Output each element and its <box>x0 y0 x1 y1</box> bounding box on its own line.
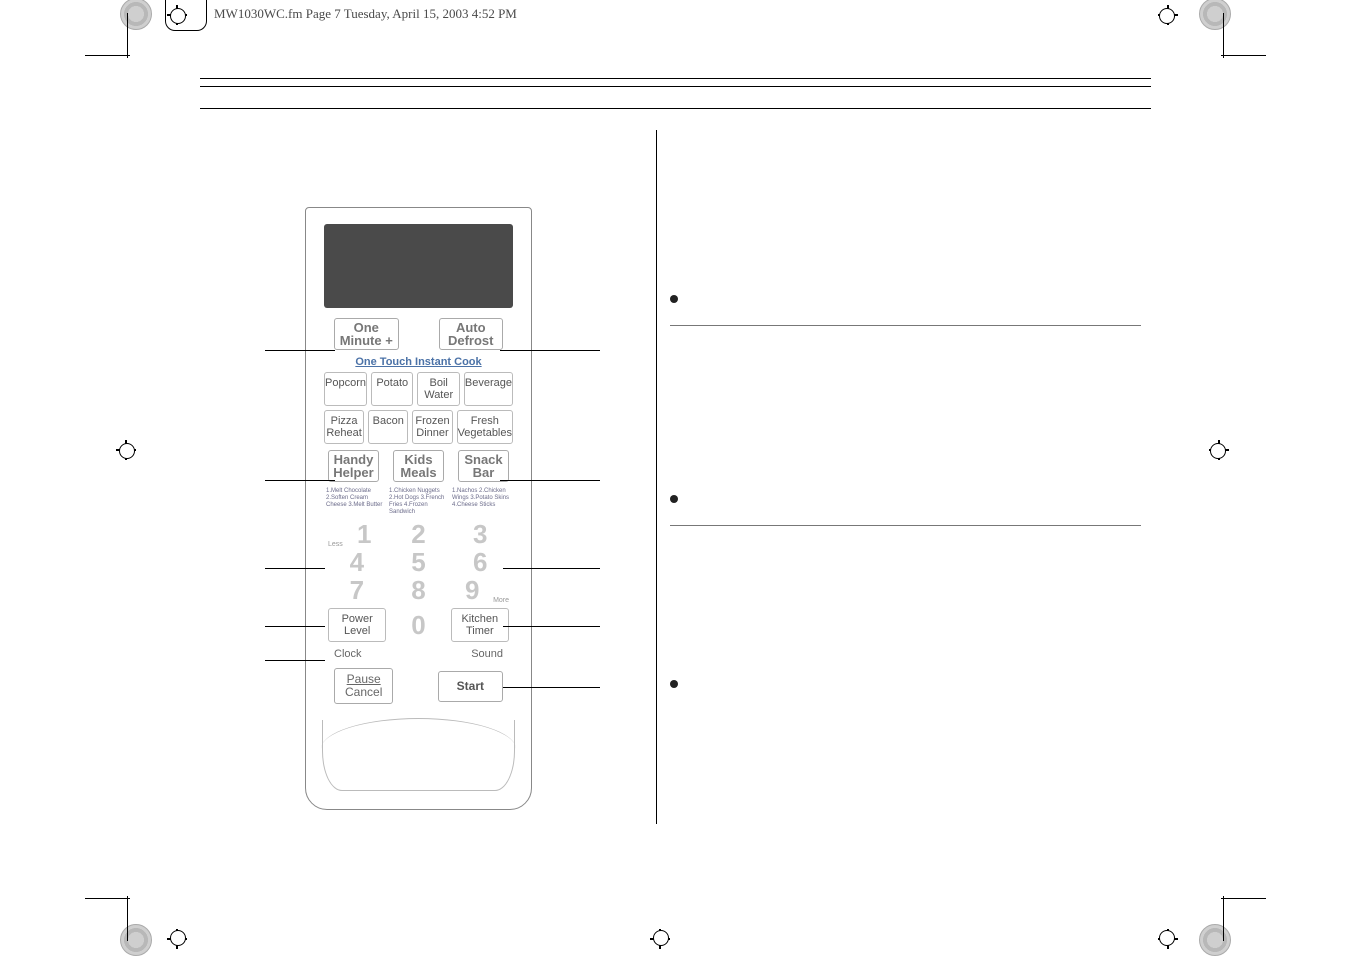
pause-cancel-button[interactable]: Pause Cancel <box>334 668 393 704</box>
keypad-9[interactable]: 9 <box>451 576 493 604</box>
microtext: 1.Chicken Nuggets 2.Hot Dogs 3.French Fr… <box>387 488 450 516</box>
guide-bar-brv <box>1223 896 1224 941</box>
label: Reheat <box>325 427 363 439</box>
boil-water-button[interactable]: Boil Water <box>417 372 459 406</box>
microtext: 1.Nachos 2.Chicken Wings 3.Potato Skins … <box>450 488 513 516</box>
label: Bar <box>459 466 508 479</box>
cross-circle-ml <box>119 443 135 459</box>
popcorn-button[interactable]: Popcorn <box>324 372 367 406</box>
label: Cancel <box>345 686 382 699</box>
label: Kitchen <box>452 613 508 625</box>
label: Boil <box>418 377 458 389</box>
guide-bar-tr <box>1221 55 1266 56</box>
label: Frozen <box>413 415 451 427</box>
cross-circle-bc <box>653 930 669 946</box>
cross-circle-br <box>1159 930 1175 946</box>
label: Defrost <box>440 334 503 347</box>
leader-line <box>265 626 325 627</box>
beverage-button[interactable]: Beverage <box>464 372 513 406</box>
bullet <box>670 495 678 503</box>
leader-line <box>265 480 335 481</box>
guide-bar-bl <box>85 898 130 899</box>
potato-button[interactable]: Potato <box>371 372 413 406</box>
rule-line <box>200 78 1151 79</box>
label: Vegetables <box>458 427 512 439</box>
microtext-row: 1.Melt Chocolate 2.Soften Cream Cheese 3… <box>324 488 513 516</box>
leader-line <box>265 660 325 661</box>
frozen-dinner-button[interactable]: Frozen Dinner <box>412 410 452 444</box>
crop-circle-br <box>1199 924 1231 956</box>
leader-line <box>503 568 600 569</box>
more-label: More <box>493 597 509 604</box>
label: Level <box>329 625 385 637</box>
handy-helper-button[interactable]: Handy Helper <box>328 450 379 482</box>
snack-bar-button[interactable]: Snack Bar <box>458 450 509 482</box>
instant-cook-label: One Touch Instant Cook <box>306 356 531 368</box>
label: Pizza <box>325 415 363 427</box>
sound-button[interactable]: Sound <box>471 648 503 660</box>
label: Power <box>329 613 385 625</box>
cross-circle-mr <box>1210 443 1226 459</box>
leader-line <box>503 626 600 627</box>
bullet <box>670 680 678 688</box>
guide-bar-trv <box>1223 13 1224 58</box>
bullet-divider <box>670 525 1141 526</box>
crop-circle-tr <box>1199 0 1231 30</box>
leader-line <box>500 480 600 481</box>
leader-line <box>500 350 600 351</box>
pizza-reheat-button[interactable]: Pizza Reheat <box>324 410 364 444</box>
keypad-7[interactable]: 7 <box>328 576 386 604</box>
label: Minute + <box>335 334 398 347</box>
guide-bar-tlv <box>127 13 128 58</box>
microtext: 1.Melt Chocolate 2.Soften Cream Cheese 3… <box>324 488 387 516</box>
bullet <box>670 295 678 303</box>
kids-meals-button[interactable]: Kids Meals <box>393 450 444 482</box>
clock-button[interactable]: Clock <box>334 648 362 660</box>
leader-line <box>265 568 325 569</box>
rule-line-inner <box>200 108 1151 109</box>
cross-circle-bl <box>170 930 186 946</box>
page: MW1030WC.fm Page 7 Tuesday, April 15, 20… <box>0 0 1351 954</box>
crop-circle-bl <box>120 924 152 956</box>
fresh-vegetables-button[interactable]: Fresh Vegetables <box>457 410 513 444</box>
control-panel: One Minute + Auto Defrost One Touch Inst… <box>305 207 532 810</box>
label: Water <box>418 389 458 401</box>
keypad-6[interactable]: 6 <box>451 548 509 576</box>
auto-defrost-button[interactable]: Auto Defrost <box>439 318 504 350</box>
guide-bar-tl <box>85 55 130 56</box>
power-level-button[interactable]: Power Level <box>328 608 386 642</box>
keypad-4[interactable]: 4 <box>328 548 386 576</box>
leader-line <box>503 687 600 688</box>
cross-circle-tr <box>1159 8 1175 24</box>
keypad-5[interactable]: 5 <box>390 548 448 576</box>
label: Helper <box>329 466 378 479</box>
label: Fresh <box>458 415 512 427</box>
column-divider <box>656 130 657 824</box>
rule-line <box>200 86 1151 87</box>
guide-bar-br <box>1221 898 1266 899</box>
keypad-2[interactable]: 2 <box>390 520 448 548</box>
keypad-8[interactable]: 8 <box>390 576 448 604</box>
crop-circle-tl <box>120 0 152 30</box>
one-minute-button[interactable]: One Minute + <box>334 318 399 350</box>
keypad-1[interactable]: 1 <box>343 520 386 548</box>
label: Meals <box>394 466 443 479</box>
header-text: MW1030WC.fm Page 7 Tuesday, April 15, 20… <box>210 6 521 22</box>
kitchen-timer-button[interactable]: Kitchen Timer <box>451 608 509 642</box>
header-tab <box>165 0 207 31</box>
display-screen <box>324 224 513 308</box>
label: Timer <box>452 625 508 637</box>
guide-bar-blv <box>127 896 128 941</box>
panel-decoration <box>322 720 515 791</box>
less-label: Less <box>328 541 343 548</box>
leader-line <box>265 350 335 351</box>
bacon-button[interactable]: Bacon <box>368 410 408 444</box>
label: Dinner <box>413 427 451 439</box>
bullet-divider <box>670 325 1141 326</box>
keypad-0[interactable]: 0 <box>390 611 446 639</box>
keypad-3[interactable]: 3 <box>451 520 509 548</box>
start-button[interactable]: Start <box>438 671 503 702</box>
